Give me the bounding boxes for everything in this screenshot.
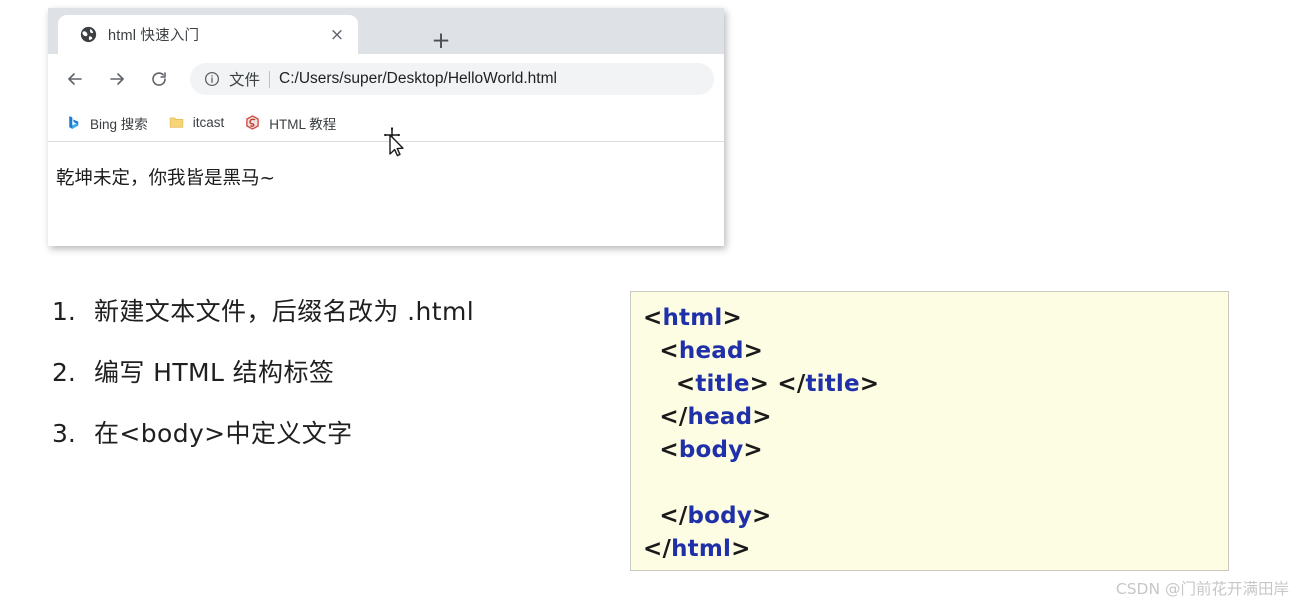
csdn-watermark: CSDN @门前花开满田岸 [1115, 580, 1289, 598]
globe-icon [80, 26, 97, 43]
code-line: </body> [643, 503, 772, 529]
url-text: C:/Users/super/Desktop/HelloWorld.html [279, 70, 557, 87]
bookmark-label: itcast [192, 115, 225, 130]
list-item: 2. 编写 HTML 结构标签 [52, 353, 592, 389]
url-scheme-label: 文件 [229, 72, 261, 89]
list-item: 3. 在<body>中定义文字 [52, 414, 592, 450]
step-text: 编写 HTML 结构标签 [94, 358, 335, 387]
code-line: <html> [643, 305, 742, 331]
tab-strip: html 快速入门 × + [48, 8, 724, 54]
folder-icon [169, 117, 183, 128]
close-icon[interactable]: × [326, 24, 348, 46]
code-snippet-panel: <html> <head> <title> </title> </head> <… [630, 291, 1229, 571]
info-circle-icon[interactable] [204, 71, 220, 87]
tab-title: html 快速入门 [108, 28, 200, 44]
bookmark-bing[interactable]: Bing 搜索 [60, 110, 157, 136]
code-line: </head> [643, 404, 772, 430]
bookmark-label: HTML 教程 [269, 116, 337, 132]
bookmark-itcast[interactable]: itcast [163, 110, 234, 136]
reload-icon[interactable] [144, 64, 174, 94]
step-number: 1. [52, 297, 76, 326]
step-text: 新建文本文件，后缀名改为 .html [94, 297, 475, 326]
code-line: <head> [643, 338, 764, 364]
web-page-viewport: 乾坤未定，你我皆是黑马~ [48, 142, 724, 246]
back-arrow-icon[interactable] [60, 64, 90, 94]
browser-window: html 快速入门 × + 文件 C:/Users/super/Desktop/… [48, 8, 724, 246]
bookmark-html-tutorial[interactable]: HTML 教程 [239, 110, 345, 136]
step-number: 3. [52, 419, 76, 448]
step-number: 2. [52, 358, 76, 387]
step-text: 在<body>中定义文字 [94, 419, 353, 448]
forward-arrow-icon[interactable] [102, 64, 132, 94]
steps-list: 1. 新建文本文件，后缀名改为 .html 2. 编写 HTML 结构标签 3.… [52, 292, 592, 475]
browser-tab[interactable]: html 快速入门 × [58, 15, 358, 54]
address-bar[interactable]: 文件 C:/Users/super/Desktop/HelloWorld.htm… [190, 63, 714, 95]
code-line: </html> [643, 536, 751, 562]
browser-toolbar: 文件 C:/Users/super/Desktop/HelloWorld.htm… [48, 54, 724, 104]
list-item: 1. 新建文本文件，后缀名改为 .html [52, 292, 592, 328]
new-tab-button[interactable]: + [428, 28, 454, 54]
omnibox-divider [269, 70, 271, 88]
bookmarks-bar: Bing 搜索 itcast HTML 教程 [48, 104, 724, 141]
bookmark-label: Bing 搜索 [90, 116, 148, 132]
bing-icon [69, 116, 79, 129]
runoob-icon [246, 115, 260, 130]
code-line: <body> [643, 437, 763, 463]
code-line: <title> </title> [643, 371, 880, 397]
page-body-text: 乾坤未定，你我皆是黑马~ [56, 168, 276, 189]
